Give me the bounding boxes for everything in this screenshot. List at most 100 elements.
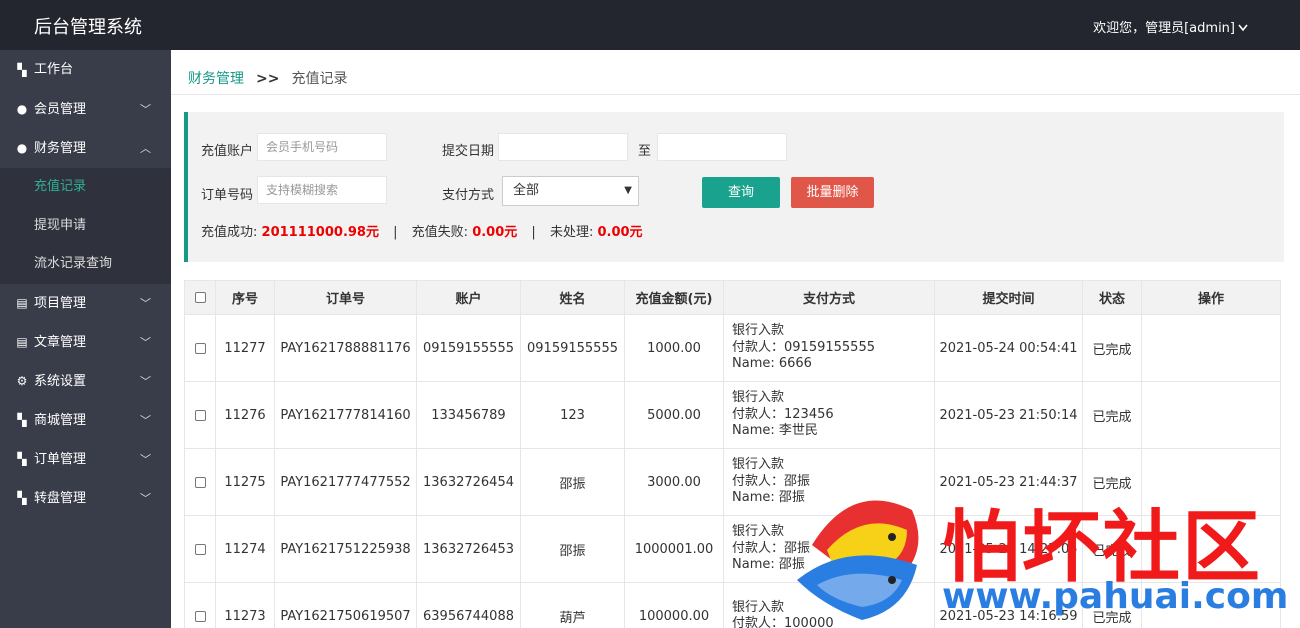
cell-order: PAY1621751225938 bbox=[274, 515, 417, 583]
sidebar-item-label: 转盘管理 bbox=[34, 490, 87, 506]
chevron-down-icon: ▼ bbox=[624, 185, 632, 196]
finance-icon: ● bbox=[16, 141, 28, 155]
cell-name: 09159155555 bbox=[520, 314, 625, 382]
sidebar-item-orders[interactable]: ▚ 订单管理 ﹀ bbox=[0, 440, 171, 479]
row-checkbox[interactable] bbox=[194, 610, 206, 622]
stats-separator: | bbox=[393, 225, 398, 240]
breadcrumb-current: 充值记录 bbox=[291, 71, 348, 87]
pending-value: 0.00元 bbox=[597, 225, 643, 240]
cell-order: PAY1621750619507 bbox=[274, 582, 417, 628]
sidebar-item-label: 项目管理 bbox=[34, 295, 87, 311]
cell-name: 123 bbox=[520, 381, 625, 449]
cell-actions bbox=[1141, 314, 1281, 382]
sidebar-item-articles[interactable]: ▤ 文章管理 ﹀ bbox=[0, 323, 171, 362]
cell-pay-method: 银行入款 付款人：123456 Name: 李世民 bbox=[723, 381, 935, 449]
sidebar-item-finance[interactable]: ● 财务管理 ︿ bbox=[0, 129, 171, 168]
sidebar-item-wheel[interactable]: ▚ 转盘管理 ﹀ bbox=[0, 479, 171, 518]
sidebar-item-label: 商城管理 bbox=[34, 412, 87, 428]
sidebar-item-label: 财务管理 bbox=[34, 141, 87, 156]
cell-status: 已完成 bbox=[1082, 381, 1142, 449]
cell-id: 11275 bbox=[215, 448, 275, 516]
fail-value: 0.00元 bbox=[472, 225, 518, 240]
divider bbox=[171, 94, 1300, 95]
dashboard-icon: ▚ bbox=[17, 490, 27, 505]
cell-account: 63956744088 bbox=[416, 582, 521, 628]
query-button[interactable]: 查询 bbox=[702, 177, 780, 208]
cell-time: 2021-05-24 00:54:41 bbox=[934, 314, 1083, 382]
cell-amount: 100000.00 bbox=[624, 582, 724, 628]
sidebar-item-dashboard[interactable]: ▚ 工作台 bbox=[0, 50, 171, 90]
table-header: 序号 订单号 账户 姓名 充值金额(元) 支付方式 提交时间 状态 操作 bbox=[184, 280, 1281, 315]
pay-method-select[interactable]: 全部 ▼ bbox=[502, 176, 639, 206]
payer-name: Name: 6666 bbox=[732, 356, 812, 372]
pay-type: 银行入款 bbox=[732, 390, 785, 406]
account-label: 充值账户 bbox=[201, 144, 254, 159]
row-checkbox[interactable] bbox=[194, 409, 206, 421]
cell-amount: 1000001.00 bbox=[624, 515, 724, 583]
sidebar-item-label: 系统设置 bbox=[34, 373, 87, 389]
cell-order: PAY1621777477552 bbox=[274, 448, 417, 516]
cell-account: 13632726453 bbox=[416, 515, 521, 583]
chevron-down-icon bbox=[1238, 21, 1248, 36]
breadcrumb: 财务管理 >> 充值记录 bbox=[188, 68, 347, 88]
select-all-cell bbox=[184, 280, 216, 315]
row-checkbox[interactable] bbox=[194, 543, 206, 555]
row-checkbox[interactable] bbox=[194, 476, 206, 488]
success-value: 201111000.98元 bbox=[261, 225, 379, 240]
column-header: 状态 bbox=[1082, 280, 1142, 315]
cell-amount: 3000.00 bbox=[624, 448, 724, 516]
chevron-down-icon: ﹀ bbox=[140, 296, 151, 310]
date-start-input[interactable] bbox=[498, 133, 628, 161]
order-label: 订单号码 bbox=[201, 188, 254, 203]
doc-icon: ▤ bbox=[16, 295, 28, 310]
cell-order: PAY1621777814160 bbox=[274, 381, 417, 449]
fish-logo bbox=[797, 500, 919, 620]
dashboard-icon: ▚ bbox=[17, 451, 27, 466]
user-greeting: 欢迎您，管理员[admin] bbox=[1093, 21, 1235, 36]
sidebar-item-recharge-records[interactable]: 充值记录 bbox=[0, 168, 171, 207]
cell-pay-method: 银行入款 付款人：09159155555 Name: 6666 bbox=[723, 314, 935, 382]
cell-order: PAY1621788881176 bbox=[274, 314, 417, 382]
cell-id: 11276 bbox=[215, 381, 275, 449]
sidebar-item-label: 工作台 bbox=[34, 62, 74, 77]
cell-amount: 5000.00 bbox=[624, 381, 724, 449]
chevron-down-icon: ﹀ bbox=[140, 335, 151, 349]
row-checkbox[interactable] bbox=[194, 342, 206, 354]
recharge-stats: 充值成功: 201111000.98元 | 充值失败: 0.00元 | 未处理:… bbox=[201, 221, 643, 240]
row-checkbox-cell bbox=[184, 582, 216, 628]
date-end-input[interactable] bbox=[657, 133, 787, 161]
sidebar-item-withdraw-requests[interactable]: 提现申请 bbox=[0, 207, 171, 246]
batch-delete-button[interactable]: 批量删除 bbox=[791, 177, 874, 208]
cell-time: 2021-05-23 21:50:14 bbox=[934, 381, 1083, 449]
breadcrumb-parent[interactable]: 财务管理 bbox=[188, 71, 244, 87]
order-input[interactable]: 支持模糊搜索 bbox=[257, 176, 387, 204]
table-row: 11277 PAY1621788881176 09159155555 09159… bbox=[184, 314, 1281, 382]
doc-icon: ▤ bbox=[16, 334, 28, 349]
chevron-down-icon: ﹀ bbox=[140, 452, 151, 466]
cell-name: 邵振 bbox=[520, 448, 625, 516]
sidebar-item-member[interactable]: ● 会员管理 ﹀ bbox=[0, 90, 171, 129]
sidebar-item-flow-records[interactable]: 流水记录查询 bbox=[0, 245, 171, 284]
pay-type: 银行入款 bbox=[732, 323, 785, 339]
row-checkbox-cell bbox=[184, 381, 216, 449]
date-to-label: 至 bbox=[638, 144, 652, 159]
fail-label: 充值失败: bbox=[411, 225, 469, 240]
user-menu[interactable]: 欢迎您，管理员[admin] bbox=[1093, 17, 1248, 36]
column-header: 操作 bbox=[1141, 280, 1281, 315]
select-all-checkbox[interactable] bbox=[194, 292, 206, 303]
sidebar: ▚ 工作台 ● 会员管理 ﹀ ● 财务管理 ︿ 充值记录 提现申请 流水记录查询… bbox=[0, 50, 171, 628]
cell-account: 133456789 bbox=[416, 381, 521, 449]
cell-account: 13632726454 bbox=[416, 448, 521, 516]
sidebar-item-shop[interactable]: ▚ 商城管理 ﹀ bbox=[0, 401, 171, 440]
sidebar-item-settings[interactable]: ⚙ 系统设置 ﹀ bbox=[0, 362, 171, 401]
pay-method-label: 支付方式 bbox=[442, 188, 495, 203]
payer: 付款人：09159155555 bbox=[732, 339, 875, 355]
column-header: 订单号 bbox=[274, 280, 417, 315]
chevron-down-icon: ﹀ bbox=[140, 374, 151, 388]
account-input[interactable]: 会员手机号码 bbox=[257, 133, 387, 161]
chevron-up-icon: ︿ bbox=[140, 142, 151, 155]
sidebar-item-projects[interactable]: ▤ 项目管理 ﹀ bbox=[0, 284, 171, 323]
column-header: 姓名 bbox=[520, 280, 625, 315]
sidebar-item-label: 文章管理 bbox=[34, 334, 87, 350]
cell-id: 11273 bbox=[215, 582, 275, 628]
